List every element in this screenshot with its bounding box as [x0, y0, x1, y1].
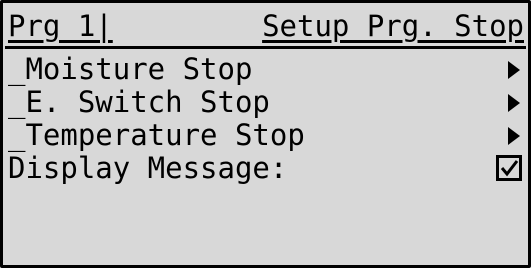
lcd-screen: Prg 1| Setup Prg. Stop _Moisture Stop _E…: [0, 0, 531, 268]
title-bar: Prg 1| Setup Prg. Stop: [5, 6, 526, 49]
program-label: Prg 1|: [8, 9, 113, 43]
right-arrow-icon: [508, 61, 520, 79]
menu-item-label: _E. Switch Stop: [8, 85, 270, 119]
display-message-label: Display Message:: [8, 151, 288, 185]
menu-item-temperature-stop[interactable]: _Temperature Stop: [5, 119, 526, 152]
menu-item-e-switch-stop[interactable]: _E. Switch Stop: [5, 86, 526, 119]
display-message-row: Display Message:: [5, 152, 526, 185]
menu-item-label: _Moisture Stop: [8, 52, 253, 86]
menu-list: _Moisture Stop _E. Switch Stop _Temperat…: [5, 53, 526, 185]
menu-item-moisture-stop[interactable]: _Moisture Stop: [5, 53, 526, 86]
page-title: Setup Prg. Stop: [262, 9, 524, 43]
display-message-checkbox[interactable]: [496, 155, 522, 181]
checkbox-checked-icon: [499, 158, 519, 178]
right-arrow-icon: [508, 127, 520, 145]
menu-item-label: _Temperature Stop: [8, 118, 305, 152]
right-arrow-icon: [508, 94, 520, 112]
